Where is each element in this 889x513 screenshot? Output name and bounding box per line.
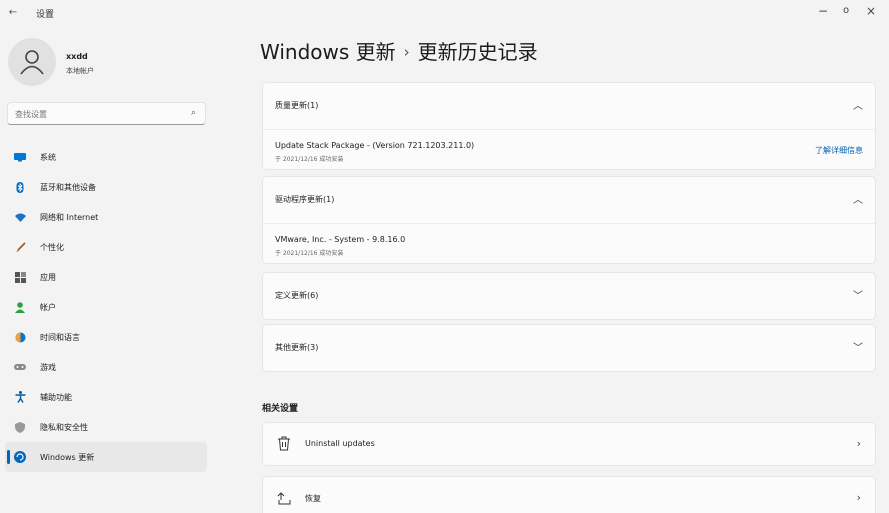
avatar	[8, 38, 56, 86]
sidebar-item-label: 应用	[40, 273, 56, 282]
sidebar-nav: 系统 蓝牙和其他设备 网络和 Internet 个性化 应用 帐户 时间和语言 …	[5, 142, 207, 472]
sidebar-item-label: 个性化	[40, 243, 64, 252]
title-bar: ← 设置 − o ×	[0, 0, 889, 26]
maximize-button[interactable]: o	[834, 2, 858, 20]
sidebar-item-label: Windows 更新	[40, 453, 95, 462]
accessibility-icon	[14, 391, 26, 403]
display-icon	[14, 151, 26, 163]
search-box[interactable]: ⌕	[7, 102, 206, 125]
sidebar-item-gaming[interactable]: 游戏	[5, 352, 207, 382]
chevron-up-icon: ︿	[853, 195, 863, 206]
recovery-button[interactable]: 恢复 ›	[262, 476, 876, 513]
related-item-label: Uninstall updates	[305, 439, 375, 448]
brush-icon	[14, 241, 26, 253]
chevron-up-icon: ︿	[853, 101, 863, 112]
user-name: xxdd	[66, 52, 88, 61]
chevron-right-icon: ›	[856, 491, 861, 504]
active-indicator	[7, 450, 10, 464]
app-title: 设置	[36, 10, 55, 20]
sidebar-item-system[interactable]: 系统	[5, 142, 207, 172]
chevron-down-icon: ﹀	[853, 291, 863, 302]
update-name: Update Stack Package - (Version 721.1203…	[275, 141, 475, 150]
sidebar-item-label: 辅助功能	[40, 393, 72, 402]
minimize-button[interactable]: −	[811, 2, 835, 20]
gamepad-icon	[14, 361, 26, 373]
clock-globe-icon	[14, 331, 26, 343]
search-icon[interactable]: ⌕	[191, 108, 196, 118]
update-group-quality: 质量更新(1) ︿ Update Stack Package - (Versio…	[262, 82, 876, 170]
sidebar-item-apps[interactable]: 应用	[5, 262, 207, 292]
update-status: 于 2021/12/16 成功安装	[275, 156, 344, 163]
update-entry: Update Stack Package - (Version 721.1203…	[263, 129, 875, 169]
section-heading: 相关设置	[262, 404, 299, 414]
person-icon	[20, 50, 44, 75]
learn-more-link[interactable]: 了解详细信息	[815, 145, 863, 156]
group-header[interactable]: 定义更新(6) ﹀	[263, 273, 875, 319]
sidebar-item-accounts[interactable]: 帐户	[5, 292, 207, 322]
related-item-label: 恢复	[305, 494, 321, 503]
breadcrumb-parent[interactable]: Windows 更新	[260, 40, 396, 64]
chevron-down-icon: ﹀	[853, 343, 863, 354]
sidebar-item-bluetooth[interactable]: 蓝牙和其他设备	[5, 172, 207, 202]
sidebar-item-windows-update[interactable]: Windows 更新	[5, 442, 207, 472]
group-title: 驱动程序更新(1)	[275, 195, 335, 204]
sidebar-item-privacy[interactable]: 隐私和安全性	[5, 412, 207, 442]
trash-icon	[277, 436, 293, 452]
sidebar-item-label: 游戏	[40, 363, 56, 372]
sidebar-item-label: 蓝牙和其他设备	[40, 183, 96, 192]
group-header[interactable]: 驱动程序更新(1) ︿	[263, 177, 875, 223]
windows-update-icon	[14, 451, 26, 463]
group-header[interactable]: 质量更新(1) ︿	[263, 83, 875, 129]
user-profile[interactable]: xxdd 本地帐户	[8, 38, 208, 88]
group-title: 质量更新(1)	[275, 101, 319, 110]
sidebar-item-label: 帐户	[40, 303, 56, 312]
page-title: 更新历史记录	[417, 40, 538, 64]
close-button[interactable]: ×	[859, 2, 883, 20]
apps-icon	[14, 271, 26, 283]
recovery-icon	[277, 490, 293, 506]
bluetooth-icon	[14, 181, 26, 193]
group-header[interactable]: 其他更新(3) ﹀	[263, 325, 875, 371]
sidebar-item-label: 系统	[40, 153, 56, 162]
back-button[interactable]: ←	[6, 6, 20, 20]
account-icon	[14, 301, 26, 313]
account-type: 本地帐户	[66, 67, 94, 75]
sidebar-item-label: 网络和 Internet	[40, 213, 99, 222]
sidebar-item-accessibility[interactable]: 辅助功能	[5, 382, 207, 412]
search-input[interactable]	[15, 107, 175, 121]
update-group-other: 其他更新(3) ﹀	[262, 324, 876, 372]
uninstall-updates-button[interactable]: Uninstall updates ›	[262, 422, 876, 466]
update-name: VMware, Inc. - System - 9.8.16.0	[275, 235, 406, 244]
group-title: 其他更新(3)	[275, 343, 319, 352]
update-group-definition: 定义更新(6) ﹀	[262, 272, 876, 320]
breadcrumb: Windows 更新 › 更新历史记录	[260, 36, 538, 65]
chevron-right-icon: ›	[856, 437, 861, 450]
sidebar-item-label: 隐私和安全性	[40, 423, 88, 432]
group-title: 定义更新(6)	[275, 291, 319, 300]
shield-icon	[14, 421, 26, 433]
wifi-icon	[14, 211, 26, 223]
update-group-driver: 驱动程序更新(1) ︿ VMware, Inc. - System - 9.8.…	[262, 176, 876, 264]
sidebar-item-time-language[interactable]: 时间和语言	[5, 322, 207, 352]
update-status: 于 2021/12/16 成功安装	[275, 250, 344, 257]
sidebar-item-label: 时间和语言	[40, 333, 80, 342]
breadcrumb-separator: ›	[403, 43, 410, 61]
sidebar-item-network[interactable]: 网络和 Internet	[5, 202, 207, 232]
update-entry: VMware, Inc. - System - 9.8.16.0 于 2021/…	[263, 223, 875, 263]
sidebar-item-personalization[interactable]: 个性化	[5, 232, 207, 262]
